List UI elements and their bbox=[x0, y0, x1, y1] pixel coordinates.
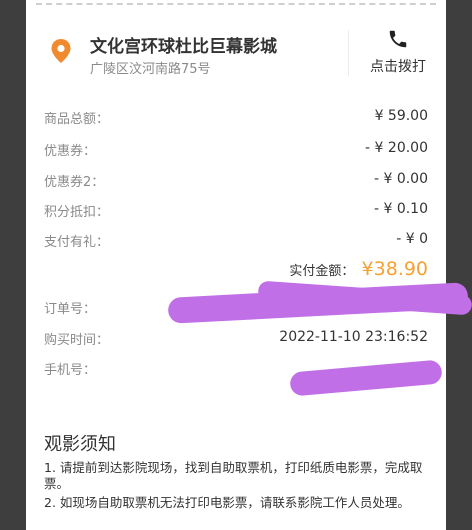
vertical-divider bbox=[348, 30, 349, 76]
fee-value: - ¥ 0.00 bbox=[373, 171, 428, 187]
fee-value: - ¥ 20.00 bbox=[365, 140, 428, 156]
order-number-label: 订单号： bbox=[44, 302, 97, 317]
fee-label: 积分抵扣： bbox=[44, 205, 110, 220]
total-label: 实付金额： bbox=[289, 264, 355, 279]
cinema-address: 广陵区汶河南路75号 bbox=[90, 62, 211, 77]
notice-item: 2. 如现场自助取票机无法打印电影票，请联系影院工作人员处理。 bbox=[44, 495, 410, 510]
fee-value: - ¥ 0 bbox=[396, 231, 428, 247]
total-value: ¥38.90 bbox=[361, 258, 428, 280]
fee-label: 支付有礼： bbox=[44, 235, 110, 250]
total-paid: 实付金额： ¥38.90 bbox=[289, 258, 428, 286]
purchase-time-row: 购买时间： 2022-11-10 23:16:52 bbox=[44, 329, 428, 349]
call-label: 点击拨打 bbox=[370, 59, 426, 75]
fee-label: 优惠券2： bbox=[44, 175, 105, 190]
phone-icon bbox=[360, 28, 436, 50]
fee-row-gift: 支付有礼： - ¥ 0 bbox=[44, 231, 428, 251]
fee-row-points: 积分抵扣： - ¥ 0.10 bbox=[44, 201, 428, 221]
fee-label: 商品总额： bbox=[44, 112, 110, 127]
location-pin-icon bbox=[50, 38, 72, 64]
call-button[interactable]: 点击拨打 bbox=[360, 28, 436, 82]
cinema-info: 文化宫环球杜比巨幕影城 广陵区汶河南路75号 点击拨打 bbox=[26, 22, 446, 84]
fee-value: - ¥ 0.10 bbox=[373, 201, 428, 217]
notice-item: 1. 请提前到达影院现场，找到自助取票机，打印纸质电影票，完成取票。 bbox=[44, 460, 423, 491]
fee-label: 优惠券： bbox=[44, 144, 97, 159]
cinema-name: 文化宫环球杜比巨幕影城 bbox=[90, 37, 277, 57]
dashed-divider bbox=[36, 3, 436, 5]
purchase-time-value: 2022-11-10 23:16:52 bbox=[279, 329, 428, 345]
fee-row-coupon: 优惠券： - ¥ 20.00 bbox=[44, 140, 428, 160]
fee-value: ¥ 59.00 bbox=[374, 108, 428, 124]
phone-label: 手机号： bbox=[44, 363, 97, 378]
notice-title: 观影须知 bbox=[44, 434, 116, 455]
order-detail-card: 文化宫环球杜比巨幕影城 广陵区汶河南路75号 点击拨打 商品总额： ¥ 59.0… bbox=[26, 0, 446, 530]
purchase-time-label: 购买时间： bbox=[44, 333, 110, 348]
fee-row-total: 商品总额： ¥ 59.00 bbox=[44, 108, 428, 128]
fee-row-coupon2: 优惠券2： - ¥ 0.00 bbox=[44, 171, 428, 191]
